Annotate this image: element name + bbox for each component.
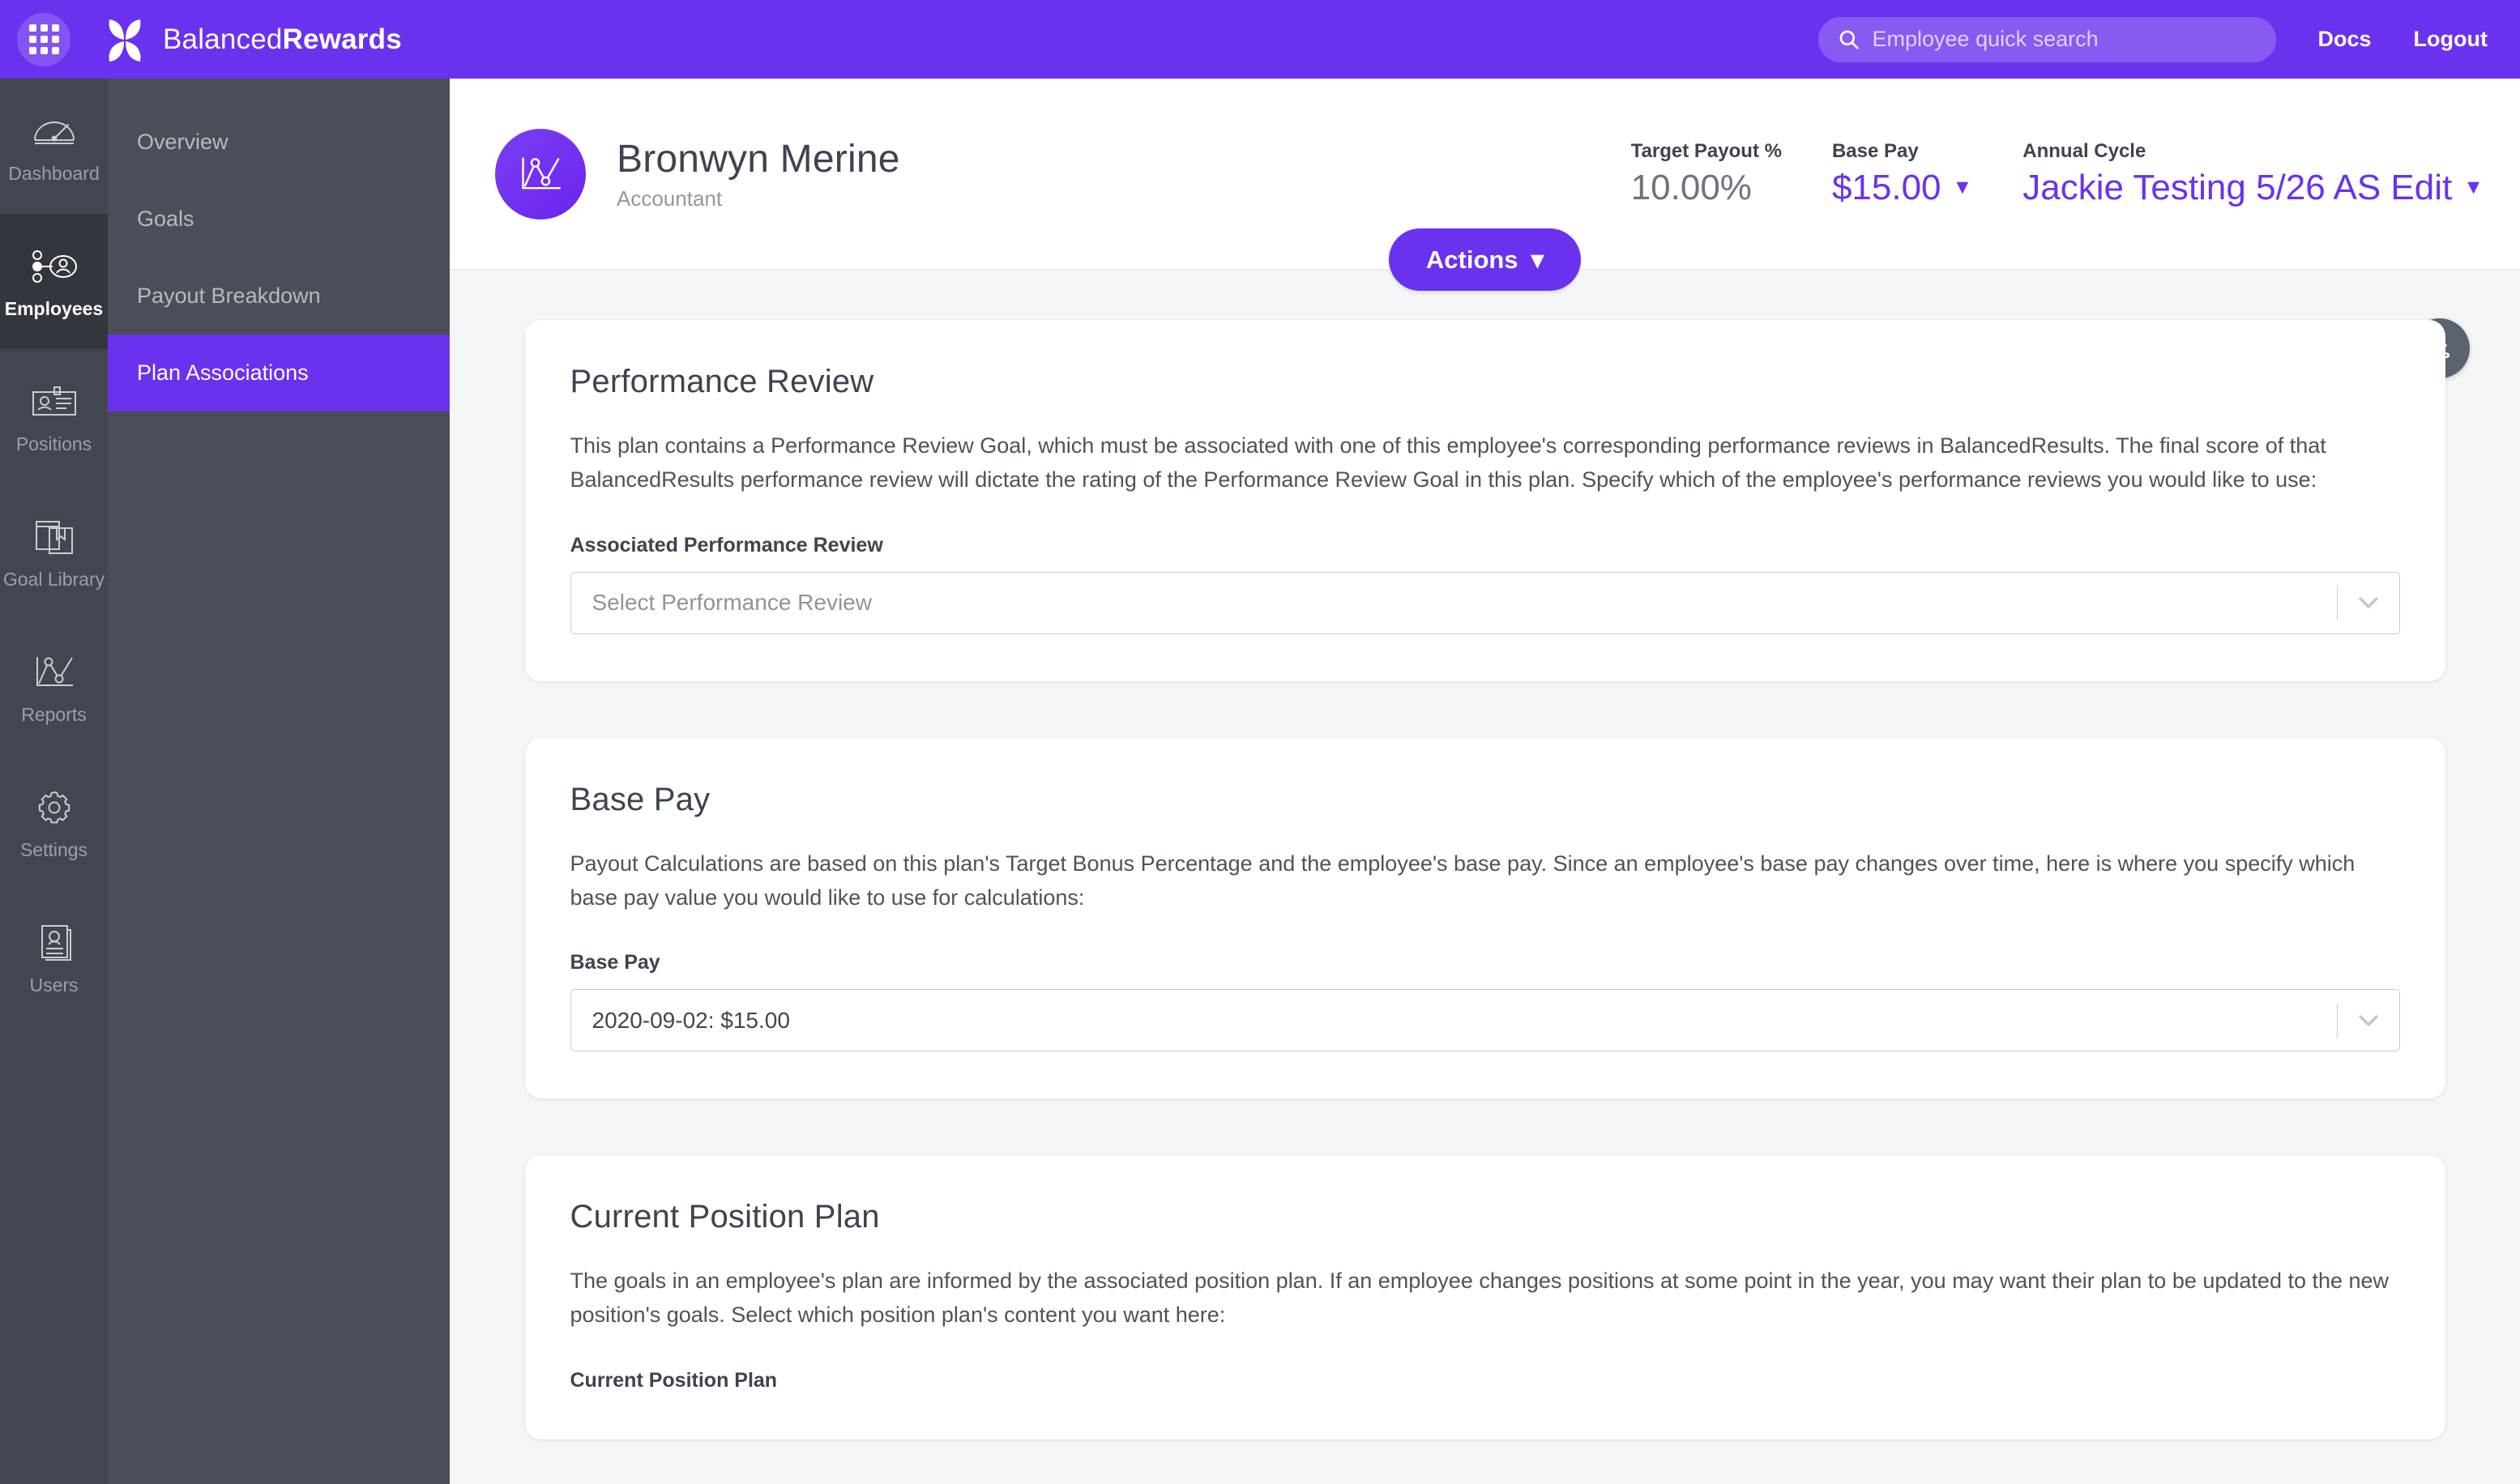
search-icon bbox=[1839, 30, 1859, 49]
brand-title: BalancedRewards bbox=[163, 23, 402, 56]
subnav-item-plan-associations[interactable]: Plan Associations bbox=[108, 335, 450, 412]
subnav-item-payout-breakdown[interactable]: Payout Breakdown bbox=[108, 258, 450, 335]
stat-annual-cycle: Annual Cycle Jackie Testing 5/26 AS Edit… bbox=[1972, 140, 2484, 208]
sidebar-item-label: Positions bbox=[15, 433, 92, 454]
books-icon bbox=[32, 514, 76, 560]
card-title: Performance Review bbox=[570, 364, 874, 399]
employee-quick-search[interactable] bbox=[1817, 16, 2276, 62]
brand-logo[interactable]: BalancedRewards bbox=[103, 18, 402, 62]
employee-identity: Bronwyn Merine Accountant bbox=[617, 137, 900, 211]
user-documents-icon bbox=[34, 920, 75, 966]
sidebar-item-label: Dashboard bbox=[8, 162, 100, 184]
speedometer-icon bbox=[32, 109, 76, 154]
stat-target-payout: Target Payout % 10.00% bbox=[1581, 140, 1782, 208]
org-chart-person-icon bbox=[31, 244, 78, 289]
chevron-down-icon[interactable] bbox=[2338, 595, 2399, 610]
apps-grid-icon bbox=[28, 24, 59, 54]
balanced-rewards-logo-icon bbox=[109, 19, 141, 62]
sidebar-item-label: Reports bbox=[21, 703, 87, 725]
chevron-down-icon[interactable] bbox=[2338, 1013, 2399, 1028]
card-description: The goals in an employee's plan are info… bbox=[570, 1269, 2390, 1328]
search-input[interactable] bbox=[1872, 27, 2257, 52]
avatar bbox=[495, 128, 586, 220]
sidebar-item-label: Settings bbox=[19, 838, 88, 860]
card-description: This plan contains a Performance Review … bbox=[570, 433, 2326, 492]
employee-name: Bronwyn Merine bbox=[617, 137, 900, 181]
brand-bold-text: Rewards bbox=[282, 23, 402, 55]
sidebar-item-employees[interactable]: Employees bbox=[0, 214, 108, 349]
stat-value: $15.00 bbox=[1831, 167, 1941, 207]
card-current-position-plan: Current Position Plan The goals in an em… bbox=[524, 1155, 2445, 1440]
sidebar-item-goal-library[interactable]: Goal Library bbox=[0, 484, 108, 620]
card-performance-review: Performance Review This plan contains a … bbox=[524, 320, 2445, 681]
sidebar-item-label: Users bbox=[29, 974, 79, 996]
id-badge-icon bbox=[31, 379, 78, 424]
sidebar-item-label: Employees bbox=[4, 297, 104, 319]
main-content: Bronwyn Merine Accountant Target Payout … bbox=[450, 79, 2520, 1484]
brand-light-text: Balanced bbox=[163, 23, 283, 55]
sidebar-item-settings[interactable]: Settings bbox=[0, 755, 108, 890]
field-label: Base Pay bbox=[570, 951, 660, 974]
select-value: Select Performance Review bbox=[592, 590, 872, 616]
subnav-item-goals[interactable]: Goals bbox=[108, 181, 450, 258]
stat-label: Base Pay bbox=[1831, 139, 1919, 162]
stat-value: 10.00% bbox=[1630, 167, 1752, 207]
plan-associations-scroll-area[interactable]: Performance Review This plan contains a … bbox=[450, 270, 2520, 1484]
top-bar-right: Docs Logout bbox=[1817, 16, 2520, 62]
sidebar-item-positions[interactable]: Positions bbox=[0, 349, 108, 484]
line-chart-avatar-icon bbox=[522, 157, 561, 189]
base-pay-select[interactable]: 2020-09-02: $15.00 bbox=[570, 989, 2400, 1052]
subnav-item-overview[interactable]: Overview bbox=[108, 104, 450, 181]
sidebar-item-reports[interactable]: Reports bbox=[0, 620, 108, 755]
card-base-pay: Base Pay Payout Calculations are based o… bbox=[524, 737, 2445, 1099]
annual-cycle-dropdown[interactable]: Jackie Testing 5/26 AS Edit ▼ bbox=[2022, 168, 2484, 208]
select-value: 2020-09-02: $15.00 bbox=[592, 1007, 790, 1033]
primary-sidebar: Dashboard Employees Positions Goal Libra… bbox=[0, 79, 108, 1484]
subnav-spacer bbox=[108, 79, 450, 104]
top-bar: BalancedRewards Docs Logout bbox=[0, 0, 2520, 79]
stat-label: Annual Cycle bbox=[2022, 139, 2146, 162]
field-label: Associated Performance Review bbox=[570, 533, 883, 556]
employee-job-title: Accountant bbox=[617, 186, 723, 211]
caret-down-icon: ▼ bbox=[1952, 176, 1973, 198]
stat-value: Jackie Testing 5/26 AS Edit bbox=[2022, 167, 2453, 207]
employee-stats: Target Payout % 10.00% Base Pay $15.00 ▼… bbox=[1581, 140, 2484, 208]
stat-base-pay: Base Pay $15.00 ▼ bbox=[1782, 140, 1972, 208]
docs-link[interactable]: Docs bbox=[2318, 27, 2372, 52]
field-label: Current Position Plan bbox=[570, 1369, 778, 1392]
base-pay-dropdown[interactable]: $15.00 ▼ bbox=[1832, 168, 1972, 208]
stat-label: Target Payout % bbox=[1630, 139, 1782, 162]
associated-performance-review-select[interactable]: Select Performance Review bbox=[570, 571, 2400, 634]
sidebar-item-users[interactable]: Users bbox=[0, 890, 108, 1026]
card-title: Base Pay bbox=[570, 781, 711, 817]
card-title: Current Position Plan bbox=[570, 1199, 880, 1235]
sidebar-item-dashboard[interactable]: Dashboard bbox=[0, 79, 108, 214]
secondary-sidebar: Overview Goals Payout Breakdown Plan Ass… bbox=[108, 79, 450, 1484]
card-description: Payout Calculations are based on this pl… bbox=[570, 851, 2356, 910]
line-chart-icon bbox=[32, 650, 76, 695]
logout-link[interactable]: Logout bbox=[2414, 27, 2488, 52]
apps-grid-button[interactable] bbox=[17, 12, 70, 66]
sidebar-item-label: Goal Library bbox=[2, 568, 105, 590]
gear-icon bbox=[35, 785, 74, 830]
caret-down-icon: ▼ bbox=[2463, 176, 2484, 198]
